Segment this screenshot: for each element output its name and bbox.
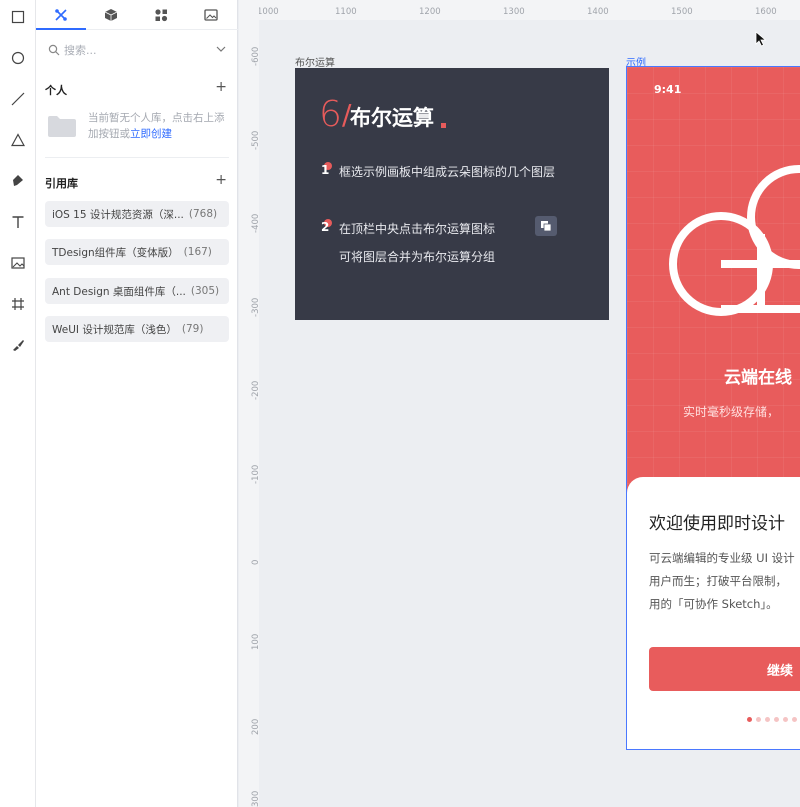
- chevron-down-icon[interactable]: [216, 44, 226, 54]
- step-text: 可将图层合并为布尔运算分组: [339, 250, 496, 264]
- brush-tool-icon[interactable]: [6, 333, 30, 357]
- search-placeholder: 搜索...: [64, 44, 97, 57]
- boolean-frame-label[interactable]: 布尔运算: [295, 54, 335, 69]
- tab-3d[interactable]: [86, 0, 136, 30]
- personal-empty-state: 当前暂无个人库，点击右上添加按钮或立即创建: [48, 110, 228, 146]
- design-canvas[interactable]: 1000 1100 1200 1300 1400 1500 1600 -600 …: [239, 0, 800, 807]
- folder-icon: [48, 116, 76, 137]
- step-text: 框选示例画板中组成云朵图标的几个图层: [339, 165, 556, 179]
- personal-section-title: 个人: [45, 84, 67, 97]
- artboard-title: 布尔运算: [350, 106, 434, 130]
- text-tool-icon[interactable]: [6, 210, 30, 234]
- tab-components[interactable]: [36, 0, 86, 30]
- ruler-tick: 1100: [335, 7, 357, 17]
- example-artboard[interactable]: 9:41 云端在线 实时毫秒级存储， 欢迎使用即时设计 可云端编辑的专业级 UI…: [626, 66, 800, 750]
- page-dot[interactable]: [792, 717, 797, 722]
- ruler-tick: 1000: [257, 7, 279, 17]
- page-dot[interactable]: [747, 717, 752, 722]
- ruler-tick: 1500: [671, 7, 693, 17]
- shapes-icon: [155, 9, 168, 22]
- ruler-tick: 300: [251, 790, 261, 807]
- pen-tool-icon[interactable]: [6, 169, 30, 193]
- page-dot[interactable]: [774, 717, 779, 722]
- line-tool-icon[interactable]: [6, 87, 30, 111]
- boolean-operation-icon: [535, 216, 557, 236]
- library-item[interactable]: TDesign组件库（变体版） (167): [45, 239, 229, 265]
- ruler-tick: 1200: [419, 7, 441, 17]
- panel-tabs: [36, 0, 238, 30]
- library-item-count: (167): [183, 246, 212, 258]
- ruler-tick: 1600: [755, 7, 777, 17]
- library-item-count: (305): [190, 285, 220, 297]
- frame-tool-icon[interactable]: [6, 292, 30, 316]
- step-text: 在顶栏中央点击布尔运算图标: [339, 222, 496, 236]
- personal-empty-text: 当前暂无个人库，点击右上添加按钮或立即创建: [88, 110, 228, 142]
- ruler-tick: 1300: [503, 7, 525, 17]
- welcome-card: 欢迎使用即时设计 可云端编辑的专业级 UI 设计 用户而生；打破平台限制， 用的…: [627, 477, 800, 749]
- hero-subtitle: 实时毫秒级存储，: [683, 405, 780, 419]
- step-badge: 2: [321, 219, 332, 234]
- tab-images[interactable]: [186, 0, 236, 30]
- library-item-name: WeUI 设计规范库（浅色）: [52, 323, 177, 336]
- ruler-tick: 0: [251, 559, 261, 565]
- mouse-cursor-icon: [755, 31, 767, 47]
- triangle-tool-icon[interactable]: [6, 128, 30, 152]
- step-badge-number: 1: [321, 163, 330, 177]
- welcome-title: 欢迎使用即时设计: [649, 514, 785, 534]
- library-item[interactable]: iOS 15 设计规范资源（深... (768): [45, 201, 229, 227]
- ruler-tick: -500: [251, 130, 261, 150]
- image-tool-icon[interactable]: [6, 251, 30, 275]
- page-dot[interactable]: [765, 717, 770, 722]
- ruler-tick: -100: [251, 464, 261, 484]
- ruler-vertical[interactable]: -600 -500 -400 -300 -200 -100 0 100 200 …: [239, 0, 261, 807]
- active-tab-underline: [36, 28, 86, 30]
- library-item-name: iOS 15 设计规范资源（深...: [52, 208, 184, 221]
- title-dot: [441, 123, 446, 128]
- ruler-tick: -200: [251, 380, 261, 400]
- step-badge-number: 2: [321, 220, 330, 234]
- page-indicator[interactable]: [747, 717, 797, 723]
- search-icon: [48, 44, 60, 56]
- library-item[interactable]: Ant Design 桌面组件库（... (305): [45, 278, 229, 304]
- ruler-tick: 1400: [587, 7, 609, 17]
- page-dot[interactable]: [783, 717, 788, 722]
- library-section-title: 引用库: [45, 177, 78, 190]
- components-icon: [55, 9, 67, 21]
- step-badge: 1: [321, 162, 332, 177]
- tab-shapes[interactable]: [136, 0, 186, 30]
- assets-panel: 搜索... 个人 + 当前暂无个人库，点击右上添加按钮或立即创建 引用库 + i…: [36, 0, 238, 807]
- tool-strip: [0, 0, 36, 807]
- image-icon: [204, 9, 218, 21]
- ruler-tick: -600: [251, 46, 261, 66]
- boolean-artboard[interactable]: 6 / 布尔运算 1 框选示例画板中组成云朵图标的几个图层 2 在顶栏中央点击布…: [295, 68, 609, 320]
- ruler-tick: -300: [251, 297, 261, 317]
- status-time: 9:41: [654, 83, 682, 96]
- add-library-button[interactable]: +: [215, 172, 227, 188]
- ruler-tick: 100: [251, 633, 261, 650]
- library-item-count: (79): [181, 323, 204, 335]
- add-personal-button[interactable]: +: [215, 79, 227, 95]
- library-item[interactable]: WeUI 设计规范库（浅色） (79): [45, 316, 229, 342]
- search-input[interactable]: 搜索...: [44, 38, 230, 62]
- rectangle-tool-icon[interactable]: [6, 5, 30, 29]
- library-item-name: TDesign组件库（变体版）: [52, 246, 179, 259]
- cube-icon: [104, 9, 118, 21]
- step-number: 6: [319, 94, 342, 135]
- ruler-horizontal[interactable]: 1000 1100 1200 1300 1400 1500 1600: [239, 0, 800, 20]
- cloud-icon[interactable]: [663, 163, 800, 333]
- section-divider: [45, 157, 229, 158]
- welcome-body: 可云端编辑的专业级 UI 设计 用户而生；打破平台限制， 用的「可协作 Sket…: [649, 547, 800, 616]
- create-library-link[interactable]: 立即创建: [130, 128, 172, 140]
- ruler-tick: 200: [251, 718, 261, 735]
- continue-button[interactable]: 继续: [649, 647, 800, 691]
- library-item-count: (768): [188, 208, 218, 220]
- welcome-body-line: 可云端编辑的专业级 UI 设计: [649, 551, 795, 565]
- welcome-body-line: 用的「可协作 Sketch」。: [649, 597, 778, 611]
- ruler-tick: -400: [251, 213, 261, 233]
- welcome-body-line: 用户而生；打破平台限制，: [649, 574, 787, 588]
- library-item-name: Ant Design 桌面组件库（...: [52, 285, 186, 298]
- page-dot[interactable]: [756, 717, 761, 722]
- hero-title: 云端在线: [724, 368, 792, 388]
- ellipse-tool-icon[interactable]: [6, 46, 30, 70]
